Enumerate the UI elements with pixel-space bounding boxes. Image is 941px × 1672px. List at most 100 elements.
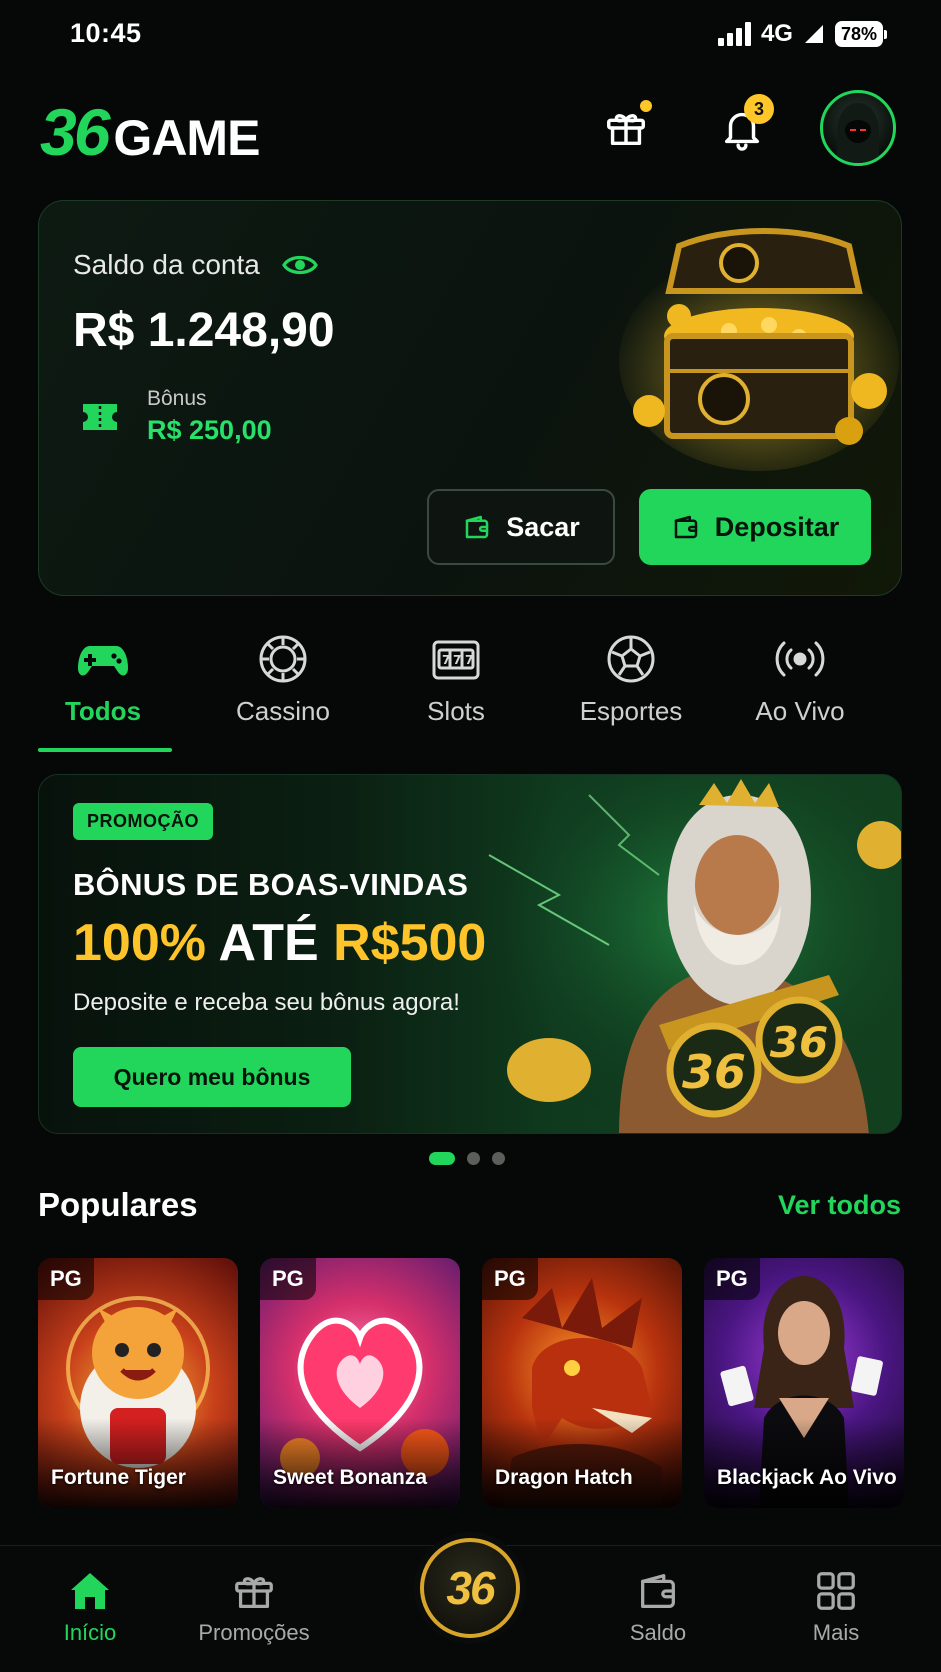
active-tab-indicator <box>38 748 172 752</box>
tab-label: Todos <box>64 696 142 726</box>
card-shade <box>38 1418 238 1508</box>
eye-icon[interactable] <box>281 252 318 278</box>
promo-banner[interactable]: 36 36 PROMOÇÃO BÔNUS DE BOAS-VINDAS 100%… <box>38 774 902 1134</box>
nav-home[interactable]: Início <box>20 1568 160 1646</box>
carousel-dot-1[interactable] <box>429 1152 455 1165</box>
wallet-icon <box>641 1574 675 1608</box>
nav-more[interactable]: Mais <box>766 1568 906 1646</box>
deposit-button[interactable]: Depositar <box>639 489 871 565</box>
card-shade <box>260 1418 460 1508</box>
gamepad-icon <box>78 646 128 676</box>
wallet-icon <box>674 515 697 539</box>
offer-amount: R$500 <box>333 914 487 972</box>
promo-subtitle: Deposite e receba seu bônus agora! <box>73 989 460 1016</box>
app-header: 36 GAME 3 <box>40 88 900 170</box>
game-name: Dragon Hatch <box>495 1466 633 1489</box>
live-broadcast-icon <box>775 641 825 677</box>
popular-section-title: Populares <box>38 1186 198 1223</box>
tab-esportes[interactable]: Esportes <box>556 632 706 727</box>
zeus-character-image: 36 36 <box>469 775 901 1133</box>
nav-label: Mais <box>812 1620 860 1645</box>
soccer-ball-icon <box>607 635 655 683</box>
home-icon <box>71 1573 109 1609</box>
nav-label: Início <box>63 1620 117 1645</box>
promo-offer: 100% ATÉ R$500 <box>73 913 486 973</box>
card-shade <box>704 1418 904 1508</box>
provider-badge: PG <box>38 1258 94 1300</box>
withdraw-button[interactable]: Sacar <box>427 489 615 565</box>
coin-36-text: 36 <box>682 1045 746 1099</box>
nav-label: Saldo <box>629 1620 687 1645</box>
tab-ao-vivo[interactable]: Ao Vivo <box>725 632 875 727</box>
tab-slots[interactable]: 777 Slots <box>381 632 531 727</box>
status-time: 10:45 <box>70 18 142 48</box>
nav-center-36-button[interactable]: 36 <box>420 1538 520 1638</box>
game-name: Blackjack Ao Vivo <box>717 1466 897 1489</box>
signal-icon <box>717 22 751 46</box>
battery-indicator: 78% <box>834 21 888 47</box>
game-name: Sweet Bonanza <box>273 1466 428 1489</box>
provider-badge: PG <box>482 1258 538 1300</box>
gift-icon <box>607 114 645 146</box>
card-shade <box>482 1418 682 1508</box>
promo-tag: PROMOÇÃO <box>73 803 213 840</box>
tab-label: Ao Vivo <box>755 696 845 726</box>
offer-mid: ATÉ <box>206 914 334 972</box>
bonus-amount: R$ 250,00 <box>147 415 272 445</box>
notifications-button[interactable]: 3 <box>712 94 774 158</box>
nav-balance[interactable]: Saldo <box>588 1568 728 1646</box>
logo-text: GAME <box>113 110 260 166</box>
tab-label: Cassino <box>236 696 330 726</box>
network-type: 4G <box>760 20 793 47</box>
ticket-icon <box>83 403 117 430</box>
bottom-navigation: Início Promoções 36 Saldo Mais <box>0 1538 941 1672</box>
claim-bonus-button[interactable]: Quero meu bônus <box>73 1047 351 1107</box>
game-card-dragon-hatch[interactable]: PG Dragon Hatch <box>482 1258 682 1508</box>
withdraw-label: Sacar <box>506 511 580 542</box>
nav-label: Promoções <box>198 1620 310 1645</box>
status-icons: 4G 78% <box>717 20 888 48</box>
see-all-link[interactable]: Ver todos <box>778 1190 901 1221</box>
carousel-indicator <box>429 1152 505 1165</box>
nav-promos[interactable]: Promoções <box>184 1568 324 1646</box>
carousel-dot-3[interactable] <box>492 1152 505 1165</box>
tab-cassino[interactable]: Cassino <box>208 632 358 727</box>
popular-games-list: PG Fortune Tiger PG Sweet Bonanza PG Dra… <box>38 1258 941 1508</box>
svg-text:7: 7 <box>453 653 461 667</box>
hooded-figure-icon <box>837 103 879 163</box>
poker-chip-icon <box>259 635 307 683</box>
provider-badge: PG <box>704 1258 760 1300</box>
svg-text:7: 7 <box>442 653 450 667</box>
offer-percent: 100% <box>73 914 206 972</box>
provider-badge: PG <box>260 1258 316 1300</box>
promo-headline: BÔNUS DE BOAS-VINDAS <box>73 867 469 902</box>
tab-todos[interactable]: Todos <box>28 632 178 727</box>
carousel-dot-2[interactable] <box>467 1152 480 1165</box>
balance-label-row: Saldo da conta <box>73 249 318 281</box>
wallet-out-icon <box>465 515 489 539</box>
game-card-blackjack-ao-vivo[interactable]: PG Blackjack Ao Vivo <box>704 1258 904 1508</box>
cell-icon <box>804 25 823 43</box>
svg-text:7: 7 <box>465 653 473 667</box>
user-avatar[interactable] <box>820 90 896 166</box>
tab-label: Esportes <box>579 696 683 726</box>
app-logo[interactable]: 36 GAME <box>40 94 260 170</box>
gift-button[interactable] <box>596 98 656 158</box>
balance-amount: R$ 1.248,90 <box>73 304 335 357</box>
logo-number: 36 <box>40 95 110 169</box>
gift-icon <box>235 1577 273 1608</box>
grid-icon <box>817 1572 855 1610</box>
status-bar: 10:45 4G 78% <box>0 0 941 70</box>
treasure-chest-image <box>619 228 899 471</box>
deposit-label: Depositar <box>714 511 840 542</box>
notification-badge: 3 <box>744 94 774 124</box>
gift-new-dot <box>640 100 652 112</box>
game-name: Fortune Tiger <box>51 1466 186 1489</box>
balance-label: Saldo da conta <box>73 249 260 280</box>
game-card-sweet-bonanza[interactable]: PG Sweet Bonanza <box>260 1258 460 1508</box>
slot-machine-icon: 777 <box>432 640 480 680</box>
game-card-fortune-tiger[interactable]: PG Fortune Tiger <box>38 1258 238 1508</box>
bonus-row: Bônus R$ 250,00 <box>79 387 272 446</box>
category-tabs: Todos Cassino 777 Slots Esportes Ao Vivo <box>38 632 902 756</box>
tab-label: Slots <box>427 696 485 726</box>
